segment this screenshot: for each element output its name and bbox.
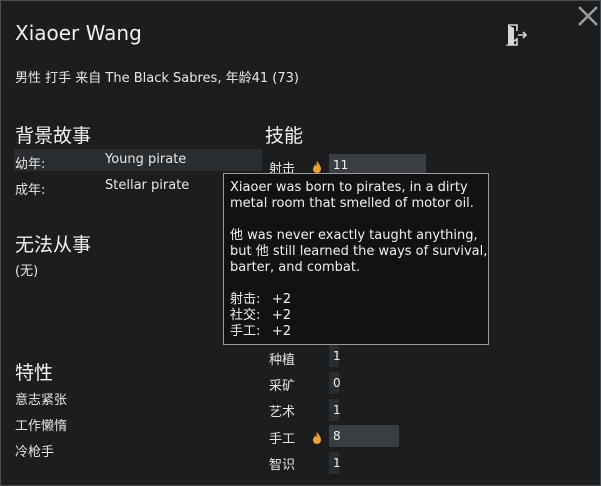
bonus-value: +2 <box>272 308 292 323</box>
tooltip-skill-bonus: 社交: +2 <box>230 308 482 324</box>
incapable-heading: 无法从事 <box>15 234 92 256</box>
tooltip-text-line: barter, and combat. <box>230 260 361 275</box>
skill-bar: 1 <box>329 452 341 474</box>
backstory-childhood-value: Young pirate <box>105 152 187 167</box>
skills-heading: 技能 <box>265 125 304 147</box>
backstory-childhood-label: 幼年: <box>15 157 46 172</box>
backstory-adulthood-label: 成年: <box>15 183 46 198</box>
skill-value: 8 <box>333 429 341 443</box>
bonus-skill: 射击: <box>230 292 261 307</box>
flame-icon <box>312 429 322 448</box>
skill-bar: 8 <box>329 425 399 447</box>
trait-item[interactable]: 意志紧张 <box>15 389 67 408</box>
pawn-description: 男性 打手 来自 The Black Sabres, 年龄41 (73) <box>15 71 299 86</box>
skill-label: 采矿 <box>269 379 296 394</box>
pawn-name[interactable]: Xiaoer Wang <box>15 21 142 45</box>
skill-value: 1 <box>333 456 341 470</box>
skill-label: 智识 <box>269 458 296 473</box>
backstory-row-childhood[interactable]: 幼年: Young pirate <box>14 149 262 172</box>
backstory-tooltip: Xiaoer was born to pirates, in a dirty m… <box>223 173 489 345</box>
bonus-value: +2 <box>272 292 292 307</box>
bonus-skill: 手工: <box>230 324 261 339</box>
skill-value: 1 <box>333 349 341 363</box>
skill-label: 手工 <box>269 432 296 447</box>
skill-value: 0 <box>333 376 341 390</box>
skill-bar: 1 <box>329 399 341 421</box>
skill-row-artistic[interactable]: 艺术 1 <box>269 399 429 421</box>
tooltip-text-line: metal room that smelled of motor oil. <box>230 196 474 211</box>
skill-bar: 1 <box>329 345 341 367</box>
bonus-value: +2 <box>272 324 292 339</box>
backstory-heading: 背景故事 <box>15 125 92 147</box>
skill-row-plants[interactable]: 种植 1 <box>269 345 429 368</box>
skill-label: 艺术 <box>269 405 296 420</box>
trait-item[interactable]: 工作懒惰 <box>15 415 67 434</box>
tooltip-text-line: 他 was never exactly taught anything, <box>230 228 478 243</box>
close-button[interactable] <box>577 5 599 27</box>
skill-value: 1 <box>333 403 341 417</box>
skill-label: 种植 <box>269 353 296 368</box>
backstory-adulthood-value: Stellar pirate <box>105 178 190 193</box>
skill-value: 11 <box>333 158 349 172</box>
trait-item[interactable]: 冷枪手 <box>15 441 54 460</box>
skill-row-mining[interactable]: 采矿 0 <box>269 372 429 394</box>
skill-row-intellectual[interactable]: 智识 1 <box>269 452 429 474</box>
close-icon <box>578 6 598 26</box>
character-card-window: Xiaoer Wang 男性 打手 来自 The Black Sabres, 年… <box>0 0 601 486</box>
skill-row-crafting[interactable]: 手工 8 <box>269 425 429 447</box>
tooltip-skill-bonus: 射击: +2 <box>230 292 482 308</box>
tooltip-text-line: but 他 still learned the ways of survival… <box>230 244 488 259</box>
door-exit-icon <box>505 24 528 46</box>
traits-heading: 特性 <box>15 362 54 384</box>
bonus-skill: 社交: <box>230 308 261 323</box>
incapable-value: (无) <box>15 264 39 279</box>
tooltip-text-line: Xiaoer was born to pirates, in a dirty <box>230 180 468 195</box>
export-button[interactable] <box>504 23 528 47</box>
tooltip-skill-bonus: 手工: +2 <box>230 324 482 340</box>
skill-bar: 0 <box>329 372 341 394</box>
